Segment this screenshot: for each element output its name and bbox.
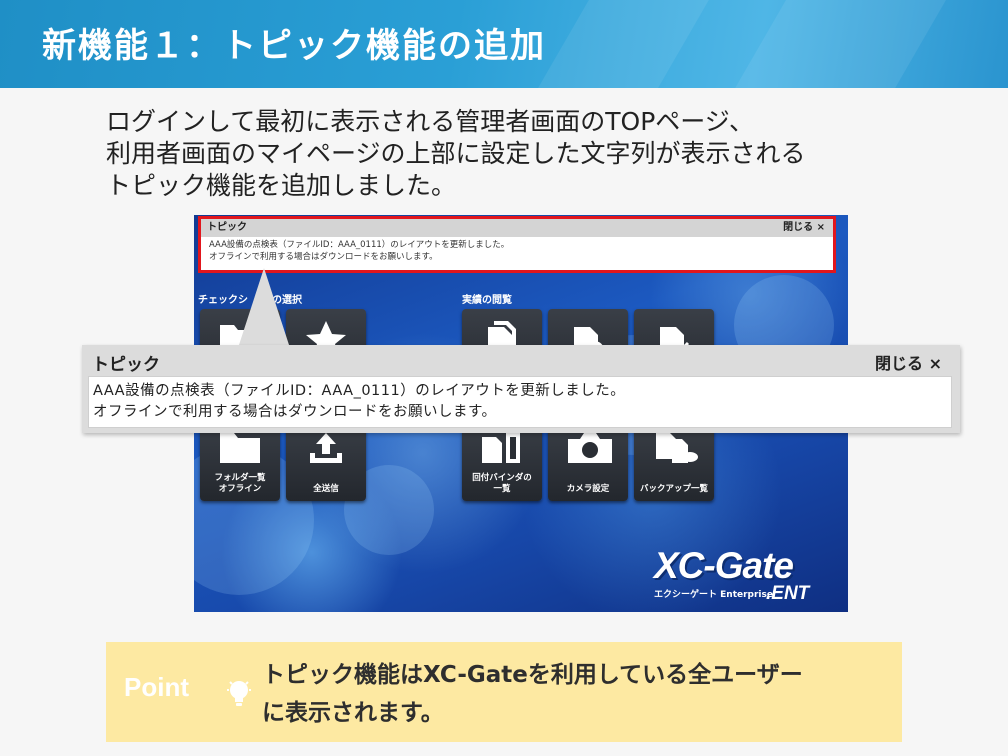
tile-label: 全送信 (313, 484, 339, 494)
logo-main: XC-Gate (654, 545, 794, 586)
topic-panel-header: トピック 閉じる × (201, 219, 833, 237)
camera-icon (568, 433, 612, 463)
header-decoration (519, 0, 721, 88)
logo-sub: エクシーゲート Enterprise (654, 590, 773, 600)
tile-send-all[interactable]: 全送信 (286, 421, 366, 501)
topic-zoom-message: AAA設備の点検表（ファイルID：AAA_0111）のレイアウトを更新しました。… (88, 376, 952, 428)
topic-message-line: オフラインで利用する場合はダウンロードをお願いします。 (209, 252, 438, 262)
callout-pointer (238, 268, 290, 348)
tile-label: バックアップ一覧 (639, 484, 708, 494)
intro-line: トピック機能を追加しました。 (106, 171, 457, 200)
tile-backup-list[interactable]: バックアップ一覧 (634, 421, 714, 501)
topic-zoom-close-button[interactable]: 閉じる × (875, 350, 942, 374)
topic-message-line: AAA設備の点検表（ファイルID：AAA_0111）のレイアウトを更新しました。 (209, 240, 510, 250)
point-box: Point トピック機能はXC-Gateを利用している全ユーザー に表示されます… (106, 642, 902, 742)
lightbulb-icon (227, 681, 251, 706)
tile-label: 回付バインダの 一覧 (472, 473, 532, 494)
logo-ent: .ENT (766, 583, 810, 604)
tile-label: カメラ設定 (566, 484, 610, 494)
point-text: トピック機能はXC-Gateを利用している全ユーザー に表示されます。 (262, 656, 892, 732)
tile-binder-list[interactable]: 回付バインダの 一覧 (462, 421, 542, 501)
tile-label: フォルダ一覧 オフライン (214, 473, 266, 494)
slide-header: 新機能１：トピック機能の追加 (0, 0, 1008, 88)
topic-zoom-line: オフラインで利用する場合はダウンロードをお願いします。 (93, 404, 497, 420)
folder-icon (220, 433, 260, 463)
topic-panel-title: トピック (207, 222, 247, 233)
topic-panel-message: AAA設備の点検表（ファイルID：AAA_0111）のレイアウトを更新しました。… (201, 237, 833, 265)
point-line: に表示されます。 (262, 700, 444, 726)
point-label: Point (124, 672, 189, 702)
backup-icon (656, 433, 698, 463)
section-records-view: 実績の閲覧 (462, 295, 512, 306)
slide-title: 新機能１：トピック機能の追加 (42, 26, 546, 66)
topic-close-button[interactable]: 閉じる × (783, 219, 825, 237)
intro-text: ログインして最初に表示される管理者画面のTOPページ、 利用者画面のマイページの… (106, 106, 926, 202)
upload-icon (310, 433, 342, 463)
intro-line: 利用者画面のマイページの上部に設定した文字列が表示される (106, 139, 806, 168)
topic-zoom-line: AAA設備の点検表（ファイルID：AAA_0111）のレイアウトを更新しました。 (93, 383, 626, 399)
topic-panel-zoomed: トピック 閉じる × AAA設備の点検表（ファイルID：AAA_0111）のレイ… (82, 345, 960, 433)
topic-zoom-title: トピック (92, 355, 160, 375)
intro-line: ログインして最初に表示される管理者画面のTOPページ、 (106, 107, 755, 136)
xc-gate-logo: XC-Gate エクシーゲート Enterprise .ENT (652, 545, 842, 605)
tile-camera-settings[interactable]: カメラ設定 (548, 421, 628, 501)
point-line: トピック機能はXC-Gateを利用している全ユーザー (262, 662, 803, 688)
topic-panel-highlighted: トピック 閉じる × AAA設備の点検表（ファイルID：AAA_0111）のレイ… (198, 216, 836, 273)
tile-folder-offline[interactable]: フォルダ一覧 オフライン (200, 421, 280, 501)
binder-icon (482, 433, 520, 463)
topic-zoom-header: トピック 閉じる × (82, 345, 960, 375)
header-decoration (716, 0, 964, 88)
